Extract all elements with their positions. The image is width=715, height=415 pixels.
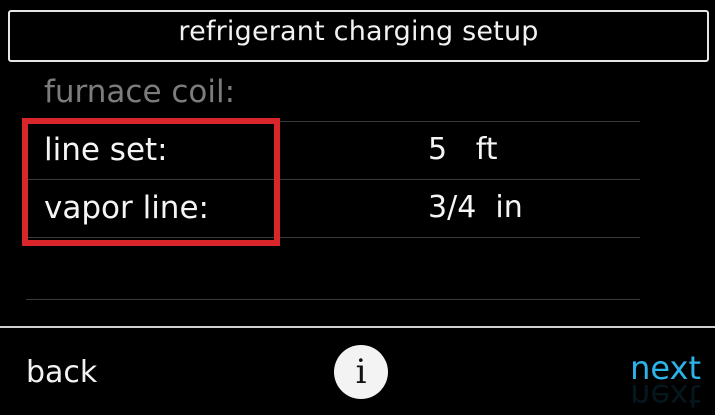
row-separator <box>26 237 640 238</box>
row-separator <box>26 299 640 300</box>
row-furnace-coil: furnace coil: <box>26 64 640 122</box>
info-icon[interactable]: i <box>334 345 388 399</box>
vapor-line-label: vapor line: <box>44 190 209 226</box>
back-button[interactable]: back <box>26 355 97 390</box>
line-set-label: line set: <box>44 132 168 168</box>
row-line-set[interactable]: line set: 5 ft <box>26 122 640 180</box>
page-title: refrigerant charging setup <box>178 16 539 47</box>
row-vapor-line[interactable]: vapor line: 3/4 in <box>26 180 640 238</box>
next-reflection: next <box>630 377 701 415</box>
vapor-line-value[interactable]: 3/4 in <box>428 190 523 225</box>
footer-divider <box>0 326 715 328</box>
furnace-coil-label: furnace coil: <box>44 74 236 110</box>
line-set-value[interactable]: 5 ft <box>428 132 498 167</box>
next-button[interactable]: next next <box>630 352 701 415</box>
row-empty <box>26 242 640 300</box>
title-bar: refrigerant charging setup <box>8 10 709 62</box>
